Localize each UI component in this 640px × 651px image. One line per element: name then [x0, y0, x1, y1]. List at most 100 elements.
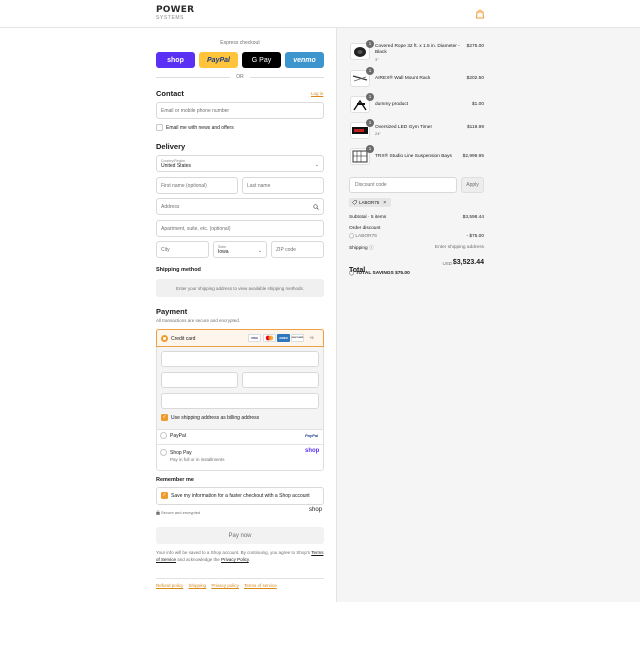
- help-icon[interactable]: ⓘ: [369, 245, 374, 250]
- last-name-placeholder: Last name: [247, 182, 271, 189]
- address-placeholder: Address: [161, 203, 180, 210]
- quantity-badge: 1: [366, 119, 374, 127]
- currency-label: USD: [442, 261, 452, 266]
- pay-now-button[interactable]: Pay now: [156, 527, 324, 544]
- paypal-logo: PayPal: [305, 433, 319, 438]
- privacy-policy-link[interactable]: Privacy policy: [211, 583, 239, 588]
- login-link[interactable]: Log in: [311, 91, 323, 96]
- contact-heading: Contact: [156, 89, 184, 98]
- billing-same-checkbox[interactable]: ✓: [161, 414, 168, 421]
- item-variant: 3": [375, 57, 379, 62]
- header: POWER SYSTEMS: [0, 0, 640, 28]
- zip-field[interactable]: ZIP code: [271, 241, 324, 258]
- discount-code-input[interactable]: Discount code: [349, 177, 457, 193]
- more-cards-label: +5: [309, 336, 314, 340]
- shipping-value: Enter shipping address: [434, 245, 484, 250]
- email-placeholder: Email or mobile phone number: [161, 107, 230, 114]
- country-select[interactable]: Country/Region United States ⌄: [156, 155, 324, 172]
- privacy-link[interactable]: Privacy Policy: [221, 557, 249, 562]
- discount-code-row: ◯LABOR75 - $75.00: [349, 234, 484, 239]
- shopping-bag-icon[interactable]: [475, 9, 485, 19]
- terms-of-service-link[interactable]: Terms of service: [244, 583, 277, 588]
- item-name: Covered Rope 32 ft. x 1.5 in. Diameter -…: [375, 44, 460, 55]
- apartment-field[interactable]: Apartment, suite, etc. (optional): [156, 220, 324, 237]
- amex-icon: AMEX: [277, 334, 290, 342]
- shipping-method-notice: Enter your shipping address to view avai…: [156, 279, 324, 297]
- card-number-field[interactable]: [161, 351, 319, 367]
- savings-tag-icon: ◯: [349, 271, 355, 276]
- security-code-field[interactable]: [242, 372, 319, 388]
- logo[interactable]: POWER SYSTEMS: [156, 6, 194, 22]
- paypal-option-label[interactable]: PayPal: [170, 433, 186, 439]
- legal-text-2: and acknowledge the: [177, 557, 220, 562]
- quantity-badge: 1: [366, 145, 374, 153]
- name-on-card-field[interactable]: [161, 393, 319, 409]
- discount-placeholder: Discount code: [355, 182, 387, 188]
- paypal-button[interactable]: PayPal: [199, 52, 238, 68]
- or-label: OR: [236, 74, 244, 80]
- shipping-row: Shipping ⓘ Enter shipping address: [349, 245, 484, 251]
- expiration-field[interactable]: [161, 372, 238, 388]
- discount-code-label: LABOR75: [355, 234, 377, 239]
- google-pay-button[interactable]: G Pay: [242, 52, 281, 68]
- payment-heading: Payment: [156, 307, 188, 316]
- shop-pay-logo: shop: [305, 448, 320, 454]
- first-name-field[interactable]: First name (optional): [156, 177, 238, 194]
- total-value: $3,523.44: [452, 259, 484, 266]
- state-select[interactable]: State Iowa ⌄: [213, 241, 267, 258]
- order-discount-row: Order discount: [349, 226, 484, 231]
- item-variant: 24": [375, 131, 381, 136]
- item-price: $119.99: [467, 125, 484, 130]
- divider: [157, 429, 323, 430]
- newsletter-label: Email me with news and offers: [166, 125, 234, 131]
- save-info-checkbox[interactable]: ✓: [161, 492, 168, 499]
- shop-pay-radio[interactable]: [160, 449, 167, 456]
- shipping-link[interactable]: Shipping: [189, 583, 207, 588]
- footer-divider: [156, 578, 324, 579]
- shop-pay-button[interactable]: shop: [156, 52, 195, 68]
- item-price: $275.00: [466, 44, 484, 49]
- zip-placeholder: ZIP code: [276, 246, 296, 253]
- remove-discount-icon[interactable]: ×: [383, 200, 386, 206]
- address-field[interactable]: Address: [156, 198, 324, 215]
- last-name-field[interactable]: Last name: [242, 177, 324, 194]
- discover-icon: DISCOVER: [291, 334, 304, 342]
- or-divider: OR: [156, 73, 324, 81]
- tag-icon: [352, 200, 357, 205]
- shop-pay-option-label[interactable]: Shop Pay: [170, 450, 192, 456]
- city-placeholder: City: [161, 246, 170, 253]
- delivery-heading: Delivery: [156, 142, 186, 151]
- logo-sub: SYSTEMS: [156, 15, 185, 21]
- credit-card-label: Credit card: [171, 336, 196, 342]
- secure-label: Secure and encrypted: [161, 510, 201, 515]
- item-name: AIREX® Wall Mount Rack: [375, 76, 431, 81]
- refund-policy-link[interactable]: Refund policy: [156, 583, 183, 588]
- country-value: United States: [161, 162, 192, 169]
- credit-card-radio[interactable]: [161, 335, 168, 342]
- quantity-badge: 1: [366, 40, 374, 48]
- email-field[interactable]: Email or mobile phone number: [156, 102, 324, 119]
- apartment-placeholder: Apartment, suite, etc. (optional): [161, 225, 231, 232]
- save-info-label: Save my information for a faster checkou…: [171, 493, 310, 499]
- remember-me-heading: Remember me: [156, 477, 194, 483]
- apply-discount-button[interactable]: Apply: [461, 177, 484, 193]
- order-discount-label: Order discount: [349, 226, 381, 231]
- search-icon: [313, 204, 319, 210]
- billing-same-label: Use shipping address as billing address: [171, 415, 260, 421]
- subtotal-label: Subtotal · 5 items: [349, 215, 387, 220]
- shipping-note: Enter your shipping address to view avai…: [175, 285, 305, 291]
- total-savings-row: ◯ TOTAL SAVINGS $75.00: [349, 271, 410, 276]
- paypal-radio[interactable]: [160, 432, 167, 439]
- pay-now-label: Pay now: [228, 532, 252, 539]
- footer-links: Refund policy Shipping Privacy policy Te…: [156, 583, 324, 588]
- newsletter-checkbox[interactable]: [156, 124, 163, 131]
- chevron-down-icon: ⌄: [257, 248, 262, 254]
- item-name: TRX® Studio Line Suspension Bays: [375, 154, 452, 159]
- mastercard-circles: [265, 335, 274, 341]
- lock-icon: [156, 510, 160, 515]
- city-field[interactable]: City: [156, 241, 209, 258]
- visa-icon: VISA: [248, 334, 261, 342]
- first-name-placeholder: First name (optional): [161, 182, 207, 189]
- venmo-button[interactable]: venmo: [285, 52, 324, 68]
- shop-pay-subtext: Pay in full or in installments: [170, 457, 225, 462]
